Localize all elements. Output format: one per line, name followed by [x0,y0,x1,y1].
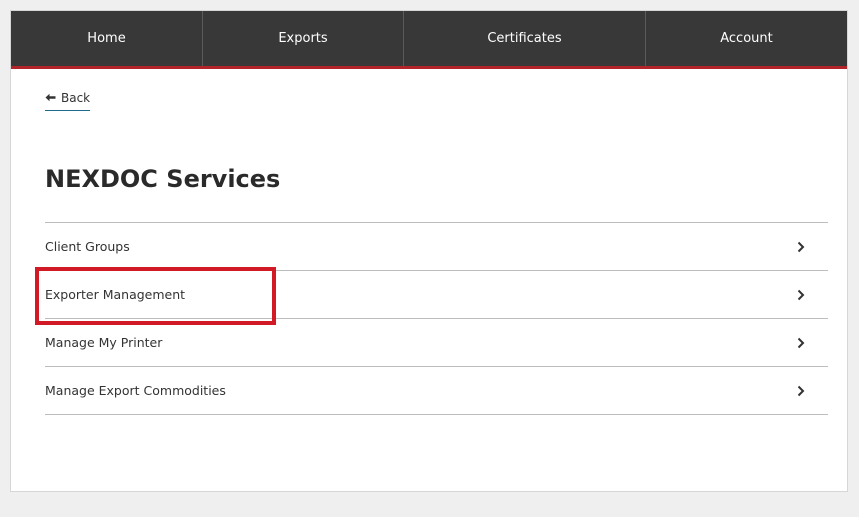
service-item-label: Manage My Printer [45,335,163,350]
nav-account-label: Account [720,31,773,46]
service-item-exporter-management[interactable]: Exporter Management [45,271,828,319]
nav-account[interactable]: Account [646,11,847,66]
nav-certificates-label: Certificates [487,31,562,46]
service-item-client-groups[interactable]: Client Groups [45,223,828,271]
nav-home-label: Home [87,31,126,46]
top-navigation: Home Exports Certificates Account [11,11,847,69]
back-link[interactable]: Back [45,91,91,111]
page-container: Home Exports Certificates Account Back N… [10,10,848,492]
nav-exports[interactable]: Exports [203,11,404,66]
chevron-right-icon [794,336,808,350]
nav-home[interactable]: Home [11,11,203,66]
nav-certificates[interactable]: Certificates [404,11,646,66]
chevron-right-icon [794,288,808,302]
service-item-label: Exporter Management [45,287,186,302]
chevron-right-icon [794,384,808,398]
chevron-right-icon [794,240,808,254]
service-item-label: Manage Export Commodities [45,383,226,398]
arrow-left-icon [45,92,56,104]
services-list: Client Groups Exporter Management Manage… [45,222,828,415]
page-title: NEXDOC Services [45,165,281,193]
service-item-label: Client Groups [45,239,130,254]
screenshot-frame: Home Exports Certificates Account Back N… [0,0,859,517]
service-item-manage-my-printer[interactable]: Manage My Printer [45,319,828,367]
nav-exports-label: Exports [278,31,328,46]
service-item-manage-export-commodities[interactable]: Manage Export Commodities [45,367,828,415]
back-label: Back [61,91,91,105]
